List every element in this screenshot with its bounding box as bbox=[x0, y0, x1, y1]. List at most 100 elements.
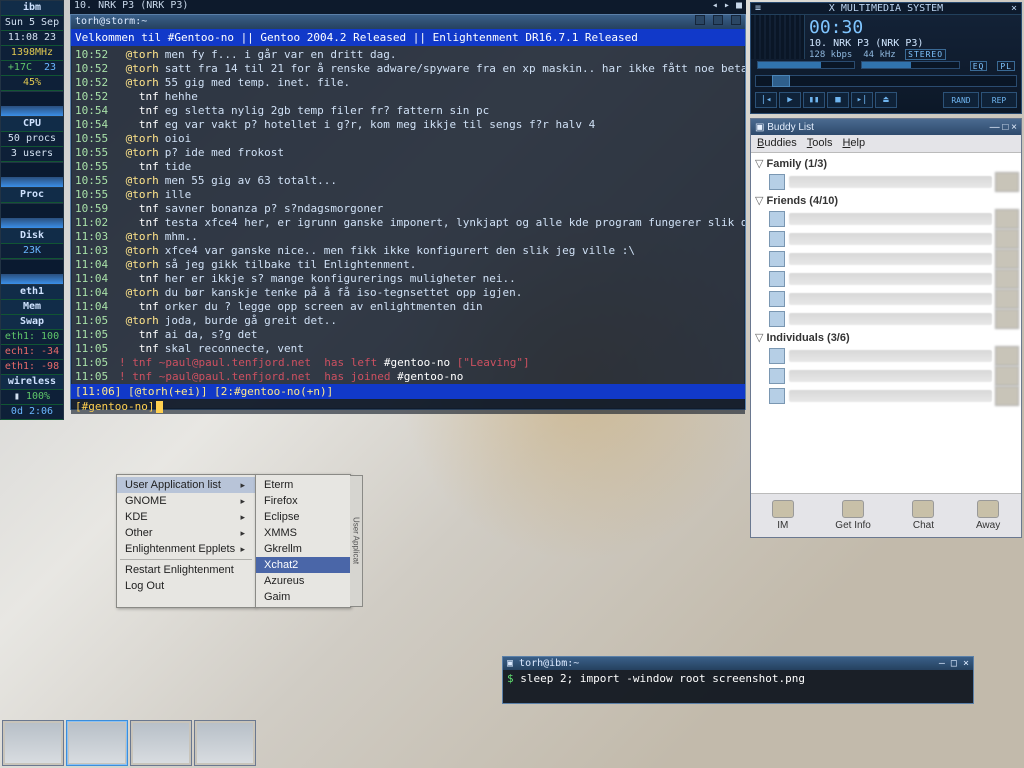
context-menu[interactable]: User Application list▸GNOME▸KDE▸Other▸En… bbox=[116, 474, 351, 608]
gaim-titlebar[interactable]: ▣ Buddy List — □ × bbox=[751, 119, 1021, 135]
irc-line: 10:52 @torhmen fy f... i går var en drit… bbox=[75, 48, 741, 62]
fan-value: 23 bbox=[44, 62, 56, 73]
buddy-group[interactable]: Friends (4/10) bbox=[753, 192, 1019, 209]
presence-icon bbox=[769, 251, 785, 267]
irc-line: 11:04 tnforker du ? legge opp screen av … bbox=[75, 300, 741, 314]
xmms-balance-slider[interactable] bbox=[861, 61, 959, 69]
xmms-seek-bar[interactable] bbox=[755, 75, 1017, 87]
eject-icon[interactable]: ⏏ bbox=[875, 92, 897, 108]
xmms-player[interactable]: ≡ X MULTIMEDIA SYSTEM × 00:30 10. NRK P3… bbox=[750, 2, 1022, 114]
irc-line: 10:52 @torhsatt fra 14 til 21 for å rens… bbox=[75, 62, 741, 76]
away-button[interactable]: Away bbox=[976, 500, 1000, 531]
submenu-item[interactable]: Gkrellm bbox=[256, 541, 350, 557]
menu-buddies[interactable]: Buddies bbox=[757, 137, 797, 150]
prev-icon[interactable]: |◂ bbox=[755, 92, 777, 108]
irc-sysline: 11:05! tnf ~paul@paul.tenfjord.net has j… bbox=[75, 370, 741, 384]
buddy-item[interactable] bbox=[753, 386, 1019, 406]
context-menu-sub[interactable]: User Applicat EtermFirefoxEclipseXMMSGkr… bbox=[255, 474, 351, 608]
submenu-item[interactable]: XMMS bbox=[256, 525, 350, 541]
presence-icon bbox=[769, 388, 785, 404]
avatar bbox=[995, 366, 1019, 386]
xmms-volume-slider[interactable] bbox=[757, 61, 855, 69]
pager-desktop[interactable] bbox=[130, 720, 192, 766]
eth-label: eth1 bbox=[1, 285, 63, 300]
eth1-i: eth1: 100 bbox=[1, 330, 63, 345]
window-buttons[interactable] bbox=[693, 15, 741, 30]
xmms-pl-toggle[interactable]: PL bbox=[997, 61, 1015, 71]
pager-desktop[interactable] bbox=[2, 720, 64, 766]
pause-icon[interactable]: ▮▮ bbox=[803, 92, 825, 108]
gaim-menubar[interactable]: Buddies Tools Help bbox=[751, 135, 1021, 153]
submenu-item[interactable]: Firefox bbox=[256, 493, 350, 509]
menu-item[interactable]: Log Out bbox=[117, 578, 255, 594]
pager-desktop[interactable] bbox=[194, 720, 256, 766]
buddy-group[interactable]: Individuals (3/6) bbox=[753, 329, 1019, 346]
submenu-item[interactable]: Gaim bbox=[256, 589, 350, 605]
menu-item[interactable]: Other▸ bbox=[117, 525, 255, 541]
menu-tools[interactable]: Tools bbox=[807, 137, 833, 150]
presence-icon bbox=[769, 231, 785, 247]
miniterm-window-buttons[interactable]: — □ × bbox=[939, 657, 969, 670]
mem-label: Mem bbox=[1, 300, 63, 315]
submenu-item[interactable]: Xchat2 bbox=[256, 557, 350, 573]
swap-label: Swap bbox=[1, 315, 63, 330]
irc-titlebar[interactable]: torh@storm:~ bbox=[71, 15, 745, 29]
buddy-item[interactable] bbox=[753, 269, 1019, 289]
xmms-visualizer[interactable] bbox=[751, 15, 805, 59]
buddy-item[interactable] bbox=[753, 209, 1019, 229]
presence-icon bbox=[769, 291, 785, 307]
menu-item[interactable]: User Application list▸ bbox=[117, 477, 255, 493]
stop-icon[interactable]: ■ bbox=[827, 92, 849, 108]
disk-graph bbox=[1, 203, 63, 229]
xmms-close-icon[interactable]: × bbox=[1011, 3, 1017, 14]
ech1: ech1: -34 bbox=[1, 345, 63, 360]
context-menu-main[interactable]: User Application list▸GNOME▸KDE▸Other▸En… bbox=[116, 474, 256, 608]
buddy-item[interactable] bbox=[753, 366, 1019, 386]
irc-terminal-window[interactable]: torh@storm:~ Velkommen til #Gentoo-no ||… bbox=[70, 14, 746, 410]
irc-log[interactable]: 10:52 @torhmen fy f... i går var en drit… bbox=[71, 46, 745, 384]
minimize-icon[interactable] bbox=[695, 15, 705, 25]
submenu-item[interactable]: Azureus bbox=[256, 573, 350, 589]
miniterm-cmd: sleep 2; import -window root screenshot.… bbox=[520, 672, 805, 685]
maximize-icon[interactable] bbox=[713, 15, 723, 25]
menu-item[interactable]: KDE▸ bbox=[117, 509, 255, 525]
chat-button[interactable]: Chat bbox=[912, 500, 934, 531]
getinfo-button[interactable]: Get Info bbox=[835, 500, 871, 531]
next-icon[interactable]: ▸| bbox=[851, 92, 873, 108]
buddy-item[interactable] bbox=[753, 346, 1019, 366]
irc-input[interactable]: [#gentoo-no] bbox=[71, 399, 745, 414]
buddy-item[interactable] bbox=[753, 289, 1019, 309]
buddy-item[interactable] bbox=[753, 309, 1019, 329]
gaim-tree[interactable]: Family (1/3) Friends (4/10) Individuals (3… bbox=[751, 153, 1021, 493]
time-value: 11:08 23 bbox=[1, 31, 63, 46]
irc-line: 11:03 @torhxfce4 var ganske nice.. men f… bbox=[75, 244, 741, 258]
buddy-group[interactable]: Family (1/3) bbox=[753, 155, 1019, 172]
irc-status: [11:06] [@torh(+ei)] [2:#gentoo-no(+n)] bbox=[71, 384, 745, 399]
irc-line: 11:05 tnfai da, s?g det bbox=[75, 328, 741, 342]
irc-line: 10:52 tnfhehhe bbox=[75, 90, 741, 104]
xmms-rep[interactable]: REP bbox=[981, 92, 1017, 108]
buddy-list-window[interactable]: ▣ Buddy List — □ × Buddies Tools Help Fa… bbox=[750, 118, 1022, 538]
xmms-menu-icon[interactable]: ≡ bbox=[755, 3, 761, 14]
buddy-item[interactable] bbox=[753, 172, 1019, 192]
close-icon[interactable] bbox=[731, 15, 741, 25]
xmms-rand[interactable]: RAND bbox=[943, 92, 979, 108]
buddy-item[interactable] bbox=[753, 249, 1019, 269]
pager-desktop[interactable] bbox=[66, 720, 128, 766]
irc-line: 10:55 @torhille bbox=[75, 188, 741, 202]
mini-terminal-window[interactable]: ▣ torh@ibm:~ — □ × $ sleep 2; import -wi… bbox=[502, 656, 974, 704]
gaim-window-buttons[interactable]: — □ × bbox=[990, 122, 1017, 133]
menu-item[interactable]: Enlightenment Epplets▸ bbox=[117, 541, 255, 557]
im-button[interactable]: IM bbox=[772, 500, 794, 531]
presence-icon bbox=[769, 174, 785, 190]
play-icon[interactable]: ▶ bbox=[779, 92, 801, 108]
menu-item[interactable]: Restart Enlightenment bbox=[117, 562, 255, 578]
desktop-pager[interactable] bbox=[2, 720, 256, 766]
submenu-item[interactable]: Eclipse bbox=[256, 509, 350, 525]
avatar bbox=[995, 289, 1019, 309]
menu-item[interactable]: GNOME▸ bbox=[117, 493, 255, 509]
menu-help[interactable]: Help bbox=[842, 137, 865, 150]
xmms-eq-toggle[interactable]: EQ bbox=[970, 61, 988, 71]
submenu-item[interactable]: Eterm bbox=[256, 477, 350, 493]
buddy-item[interactable] bbox=[753, 229, 1019, 249]
